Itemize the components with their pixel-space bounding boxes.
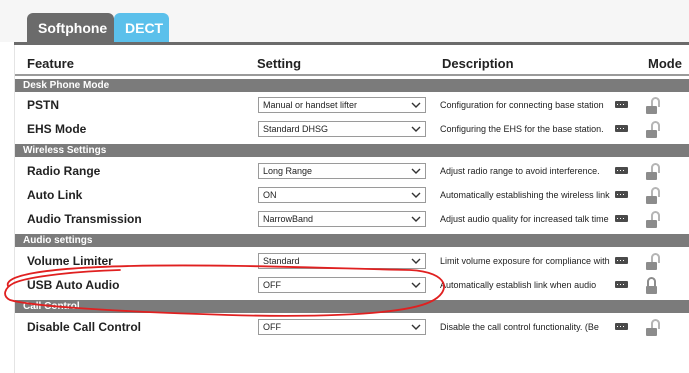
setting-dropdown[interactable]: Manual or handset lifter bbox=[258, 97, 426, 113]
tab-softphone[interactable]: Softphone bbox=[27, 13, 114, 43]
feature-label: PSTN bbox=[27, 98, 60, 112]
column-header-mode: Mode bbox=[648, 56, 682, 71]
locked-icon[interactable] bbox=[646, 277, 664, 295]
feature-label: Disable Call Control bbox=[27, 320, 142, 334]
description-text: Automatically establish link when audio bbox=[440, 280, 597, 290]
table-row: Volume Limiter Standard Limit volume exp… bbox=[15, 250, 689, 274]
setting-dropdown[interactable]: OFF bbox=[258, 277, 426, 293]
more-info-icon[interactable] bbox=[615, 257, 628, 264]
table-row: PSTN Manual or handset lifter Configurat… bbox=[15, 94, 689, 118]
chevron-down-icon bbox=[411, 216, 421, 222]
column-header-feature: Feature bbox=[27, 56, 74, 71]
feature-label: EHS Mode bbox=[27, 122, 87, 136]
more-info-icon[interactable] bbox=[615, 101, 628, 108]
more-info-icon[interactable] bbox=[615, 125, 628, 132]
section-call-control: Call Control bbox=[15, 300, 689, 313]
setting-value: ON bbox=[263, 190, 277, 200]
table-row: Radio Range Long Range Adjust radio rang… bbox=[15, 160, 689, 184]
setting-dropdown[interactable]: OFF bbox=[258, 319, 426, 335]
more-info-icon[interactable] bbox=[615, 167, 628, 174]
feature-label: USB Auto Audio bbox=[27, 278, 120, 292]
description-text: Disable the call control functionality. … bbox=[440, 322, 599, 332]
column-header-description: Description bbox=[442, 56, 514, 71]
description-text: Adjust radio range to avoid interference… bbox=[440, 166, 600, 176]
section-audio-settings: Audio settings bbox=[15, 234, 689, 247]
description-text: Limit volume exposure for compliance wit… bbox=[440, 256, 610, 266]
setting-dropdown[interactable]: NarrowBand bbox=[258, 211, 426, 227]
unlocked-icon[interactable] bbox=[646, 163, 664, 181]
table-header: Feature Setting Description Mode bbox=[15, 45, 689, 75]
chevron-down-icon bbox=[411, 324, 421, 330]
column-header-setting: Setting bbox=[257, 56, 302, 71]
feature-label: Auto Link bbox=[27, 188, 83, 202]
more-info-icon[interactable] bbox=[615, 191, 628, 198]
description-text: Automatically establishing the wireless … bbox=[440, 190, 610, 200]
table-row: Auto Link ON Automatically establishing … bbox=[15, 184, 689, 208]
unlocked-icon[interactable] bbox=[646, 97, 664, 115]
description-text: Configuring the EHS for the base station… bbox=[440, 124, 604, 134]
setting-value: OFF bbox=[263, 322, 281, 332]
header-divider bbox=[15, 74, 689, 76]
setting-value: Standard bbox=[263, 256, 300, 266]
setting-value: NarrowBand bbox=[263, 214, 314, 224]
setting-value: Manual or handset lifter bbox=[263, 100, 358, 110]
table-row: EHS Mode Standard DHSG Configuring the E… bbox=[15, 118, 689, 142]
unlocked-icon[interactable] bbox=[646, 121, 664, 139]
feature-label: Radio Range bbox=[27, 164, 101, 178]
unlocked-icon[interactable] bbox=[646, 187, 664, 205]
chevron-down-icon bbox=[411, 258, 421, 264]
setting-dropdown[interactable]: Long Range bbox=[258, 163, 426, 179]
description-text: Configuration for connecting base statio… bbox=[440, 100, 604, 110]
chevron-down-icon bbox=[411, 126, 421, 132]
more-info-icon[interactable] bbox=[615, 215, 628, 222]
chevron-down-icon bbox=[411, 168, 421, 174]
table-row: USB Auto Audio OFF Automatically establi… bbox=[15, 274, 689, 298]
feature-label: Audio Transmission bbox=[27, 212, 142, 226]
table-row: Audio Transmission NarrowBand Adjust aud… bbox=[15, 208, 689, 232]
setting-dropdown[interactable]: Standard DHSG bbox=[258, 121, 426, 137]
table-row: Disable Call Control OFF Disable the cal… bbox=[15, 316, 689, 340]
feature-label: Volume Limiter bbox=[27, 254, 113, 268]
section-wireless-settings: Wireless Settings bbox=[15, 144, 689, 157]
chevron-down-icon bbox=[411, 282, 421, 288]
tab-dect[interactable]: DECT bbox=[114, 13, 169, 43]
setting-dropdown[interactable]: ON bbox=[258, 187, 426, 203]
section-desk-phone-mode: Desk Phone Mode bbox=[15, 79, 689, 92]
setting-dropdown[interactable]: Standard bbox=[258, 253, 426, 269]
unlocked-icon[interactable] bbox=[646, 253, 664, 271]
setting-value: Long Range bbox=[263, 166, 313, 176]
chevron-down-icon bbox=[411, 102, 421, 108]
more-info-icon[interactable] bbox=[615, 281, 628, 288]
more-info-icon[interactable] bbox=[615, 323, 628, 330]
unlocked-icon[interactable] bbox=[646, 211, 664, 229]
unlocked-icon[interactable] bbox=[646, 319, 664, 337]
setting-value: OFF bbox=[263, 280, 281, 290]
description-text: Adjust audio quality for increased talk … bbox=[440, 214, 609, 224]
chevron-down-icon bbox=[411, 192, 421, 198]
settings-panel: Feature Setting Description Mode Desk Ph… bbox=[14, 45, 689, 373]
tab-bar: Softphone DECT bbox=[27, 13, 169, 43]
setting-value: Standard DHSG bbox=[263, 124, 329, 134]
